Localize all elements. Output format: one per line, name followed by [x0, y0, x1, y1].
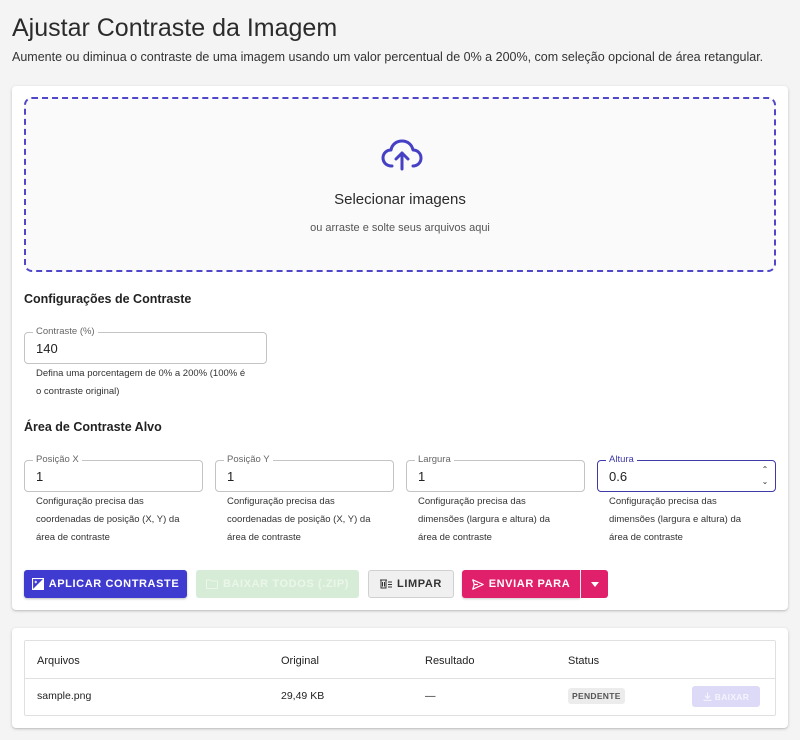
download-icon — [703, 692, 712, 701]
clear-list-icon — [380, 579, 393, 588]
helper-line: área de contraste — [36, 532, 110, 543]
position-x-input[interactable]: Posição X 1 — [24, 454, 203, 492]
position-x-value: 1 — [36, 469, 44, 484]
column-header-status: Status — [568, 655, 600, 667]
send-to-button[interactable]: ENVIAR PARA — [462, 570, 580, 598]
folder-icon — [205, 579, 218, 589]
contrast-icon — [31, 578, 44, 590]
number-stepper[interactable]: ⌃ ⌄ — [761, 464, 769, 488]
dropzone-subtitle: ou arraste e solte seus arquivos aqui — [310, 222, 490, 234]
height-label: Altura — [606, 454, 637, 466]
cell-file-name: sample.png — [37, 690, 92, 702]
helper-line: Configuração precisa das — [227, 496, 335, 507]
contrast-input[interactable]: Contraste (%) 140 — [24, 326, 267, 364]
column-header-files: Arquivos — [37, 655, 80, 667]
dropzone-title: Selecionar imagens — [334, 191, 466, 208]
position-x-label: Posição X — [33, 454, 82, 466]
settings-card: Selecionar imagens ou arraste e solte se… — [12, 86, 788, 610]
send-to-dropdown-button[interactable] — [581, 570, 608, 598]
target-area-title: Área de Contraste Alvo — [24, 420, 162, 434]
files-card: Arquivos Original Resultado Status sampl… — [12, 628, 788, 728]
position-x-helper: Configuração precisa das coordenadas de … — [36, 493, 179, 547]
cloud-upload-icon — [381, 139, 423, 171]
helper-line: Configuração precisa das — [36, 496, 144, 507]
height-value: 0.6 — [609, 469, 628, 484]
width-value: 1 — [418, 469, 426, 484]
position-y-input[interactable]: Posição Y 1 — [215, 454, 394, 492]
status-badge: PENDENTE — [568, 688, 625, 704]
position-y-value: 1 — [227, 469, 235, 484]
chevron-up-icon[interactable]: ⌃ — [761, 464, 769, 476]
helper-line: Configuração precisa das — [609, 496, 717, 507]
apply-contrast-label: APLICAR CONTRASTE — [48, 578, 180, 590]
download-all-label: BAIXAR TODOS (.ZIP) — [222, 578, 350, 590]
contrast-input-value: 140 — [36, 341, 58, 356]
width-helper: Configuração precisa das dimensões (larg… — [418, 493, 550, 547]
position-y-helper: Configuração precisa das coordenadas de … — [227, 493, 370, 547]
helper-line: coordenadas de posição (X, Y) da — [36, 514, 180, 525]
contrast-settings-title: Configurações de Contraste — [24, 292, 192, 306]
send-icon — [471, 578, 484, 590]
page-title: Ajustar Contraste da Imagem — [12, 14, 338, 42]
helper-line: área de contraste — [609, 532, 683, 543]
column-header-result: Resultado — [425, 655, 475, 667]
helper-line: dimensões (largura e altura) da — [609, 514, 742, 525]
page-subtitle: Aumente ou diminua o contraste de uma im… — [12, 50, 764, 64]
column-header-original: Original — [281, 655, 319, 667]
contrast-helper-line: o contraste original) — [36, 386, 120, 397]
files-table: Arquivos Original Resultado Status sampl… — [24, 640, 776, 716]
chevron-down-icon[interactable]: ⌄ — [761, 476, 769, 488]
position-y-label: Posição Y — [224, 454, 273, 466]
width-label: Largura — [415, 454, 454, 466]
contrast-input-label: Contraste (%) — [33, 326, 98, 338]
helper-line: Configuração precisa das — [418, 496, 526, 507]
clear-label: LIMPAR — [397, 578, 442, 590]
apply-contrast-button[interactable]: APLICAR CONTRASTE — [24, 570, 187, 598]
image-dropzone[interactable]: Selecionar imagens ou arraste e solte se… — [24, 97, 776, 272]
contrast-helper-line: Defina uma porcentagem de 0% a 200% (100… — [36, 368, 246, 379]
contrast-helper: Defina uma porcentagem de 0% a 200% (100… — [36, 365, 245, 401]
helper-line: coordenadas de posição (X, Y) da — [227, 514, 371, 525]
download-button[interactable]: BAIXAR — [692, 686, 760, 707]
height-input[interactable]: Altura 0.6 ⌃ ⌄ — [597, 454, 776, 492]
cell-original-size: 29,49 KB — [281, 690, 325, 702]
height-helper: Configuração precisa das dimensões (larg… — [609, 493, 741, 547]
header-divider — [25, 678, 775, 679]
clear-button[interactable]: LIMPAR — [368, 570, 454, 598]
cell-result: — — [425, 690, 436, 702]
send-to-label: ENVIAR PARA — [488, 578, 571, 590]
width-input[interactable]: Largura 1 — [406, 454, 585, 492]
helper-line: área de contraste — [418, 532, 492, 543]
download-label: BAIXAR — [714, 691, 750, 702]
helper-line: dimensões (largura e altura) da — [418, 514, 551, 525]
download-all-zip-button[interactable]: BAIXAR TODOS (.ZIP) — [196, 570, 359, 598]
helper-line: área de contraste — [227, 532, 301, 543]
caret-down-icon — [590, 581, 599, 587]
